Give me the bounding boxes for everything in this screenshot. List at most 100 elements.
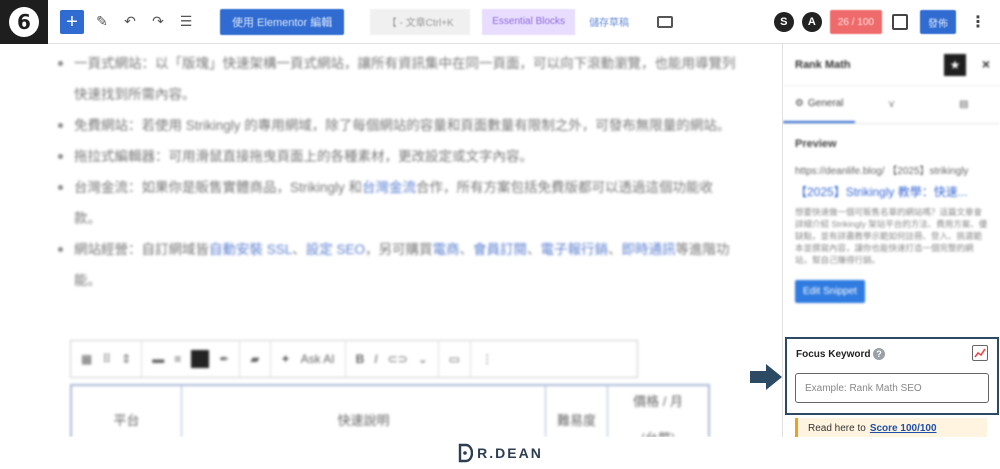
redo-icon[interactable]: ↷ (148, 10, 168, 34)
move-updown-icon[interactable]: ⇕ (121, 352, 131, 366)
device-preview-icon[interactable] (657, 15, 674, 28)
trends-icon[interactable] (972, 345, 988, 361)
gradient-button[interactable]: ▰ (240, 340, 271, 378)
table-icon: ▦ (81, 352, 93, 366)
table-header-price: 價格 / 月 (633, 394, 683, 409)
sidebar-blurred-area: Rank Math ★ × ⚙ General ⋎ ▤ Preview https… (783, 44, 1000, 303)
tab-general-label: General (807, 98, 844, 109)
table-edit-button[interactable]: ▭ (439, 340, 472, 378)
site-logo-icon: 6 (9, 6, 39, 37)
table-header-cell: 平台 (72, 386, 182, 437)
drag-handle-icon[interactable]: ⠿ (102, 352, 111, 366)
align-icon: ▬ (152, 352, 165, 366)
table-header-cell: 難易度 (546, 386, 608, 437)
list-item-text: 、 (527, 242, 541, 257)
gradient-icon: ▰ (250, 352, 260, 366)
add-block-button[interactable]: + (60, 9, 84, 34)
block-more-icon: ⋮ (481, 352, 494, 366)
feature-bullet-list: 一頁式網站：以「版塊」快速架構一頁式網站，讓所有資訊集中在同一頁面，可以向下滾動… (56, 48, 736, 296)
ai-sparkle-icon: ✦ (280, 352, 291, 366)
site-logo-button[interactable]: 6 (0, 0, 48, 44)
rank-math-score-button[interactable]: 26 / 100 (829, 10, 882, 34)
sidebar-header: Rank Math ★ × (783, 44, 1000, 86)
list-item-text: 網站經營：自訂網域皆 (74, 242, 209, 257)
link-icon[interactable]: ⊂⊃ (388, 352, 408, 366)
block-more-button[interactable]: ⋮ (471, 340, 503, 378)
preview-description: 想要快速做一個可販售名單的網站嗎？這篇文章會詳細介紹 Strikingly 架站… (795, 207, 988, 265)
focus-keyword-panel: Focus Keyword ? (785, 337, 999, 415)
pencil-tool-icon[interactable]: ✎ (92, 10, 112, 34)
align-button[interactable]: ▬ ≡ ✒ (142, 340, 241, 378)
top-toolbar: 6 + ✎ ↶ ↷ ☰ 使用 Elementor 編輯 【 - 文章Ctrl+K… (0, 0, 1000, 44)
color-swatch-icon[interactable] (191, 350, 210, 368)
list-item: 台灣金流：如果你是販售實體商品，Strikingly 和台灣金流合作，所有方案包… (56, 172, 736, 234)
table-edit-icon: ▭ (448, 352, 461, 366)
comparison-table[interactable]: 平台 快速說明 難易度 價格 / 月 (台幣) (70, 384, 710, 437)
preview-url: https://deanlife.blog/ 【2025】strikingly (795, 166, 969, 177)
highlight-icon[interactable]: ✒ (219, 352, 229, 366)
table-header-description: 快速說明 (337, 412, 390, 428)
bold-button[interactable]: B (356, 352, 365, 366)
list-item-text: 拖拉式編輯器：可用滑鼠直接拖曳頁面上的各種素材，更改設定或文字內容。 (74, 149, 533, 164)
sidebar-tabs: ⚙ General ⋎ ▤ (783, 86, 1000, 124)
editor-canvas[interactable]: 一頁式網站：以「版塊」快速架構一頁式網站，讓所有資訊集中在同一頁面，可以向下滾動… (48, 44, 776, 437)
tab-social[interactable]: ⋎ (855, 86, 927, 123)
table-header-price-sub: (台幣) (641, 428, 676, 437)
inline-link[interactable]: 即時通訊 (622, 242, 676, 257)
inline-link[interactable]: 電商 (433, 242, 460, 257)
inline-link[interactable]: 台灣金流 (362, 180, 416, 195)
focus-keyword-label: Focus Keyword (796, 349, 871, 360)
brand-name: R.DEAN (477, 445, 543, 461)
settings-panel-toggle-icon[interactable] (892, 14, 908, 30)
essential-blocks-button[interactable]: Essential Blocks (482, 8, 576, 35)
footer-brand: R.DEAN (0, 437, 1000, 469)
more-options-icon[interactable]: ⋮ (970, 12, 986, 32)
callout-arrow-icon (750, 364, 782, 390)
chevron-down-icon[interactable]: ⌄ (418, 352, 428, 366)
edit-snippet-button[interactable]: Edit Snippet (795, 280, 865, 303)
block-type-button[interactable]: ▦ ⠿ ⇕ (71, 340, 143, 378)
list-item-text: 一頁式網站：以「版塊」快速架構一頁式網站，讓所有資訊集中在同一頁面，可以向下滾動… (74, 56, 736, 102)
list-item: 拖拉式編輯器：可用滑鼠直接拖曳頁面上的各種素材，更改設定或文字內容。 (56, 141, 736, 172)
italic-button[interactable]: I (374, 352, 377, 366)
document-icon: ▤ (959, 99, 969, 110)
close-icon[interactable]: × (982, 56, 990, 72)
save-draft-button[interactable]: 儲存草稿 (589, 14, 629, 29)
help-icon[interactable]: ? (873, 348, 885, 360)
edit-with-elementor-button[interactable]: 使用 Elementor 編輯 (220, 8, 345, 35)
tab-schema[interactable]: ▤ (928, 86, 1000, 123)
publish-button[interactable]: 發佈 (920, 10, 956, 34)
inline-link[interactable]: 會員訂閱 (473, 242, 527, 257)
star-pin-icon[interactable]: ★ (944, 54, 966, 76)
score-note-text: Read here to (808, 422, 866, 434)
brand-logo-icon (458, 443, 474, 463)
command-search-button[interactable]: 【 - 文章Ctrl+K (370, 8, 471, 35)
plugin-s-icon[interactable]: S (773, 12, 794, 32)
rank-math-score-text: 26 / 100 (837, 16, 874, 28)
list-item-text: 免費網站：若使用 Strikingly 的專用網域，除了每個網站的容量和頁面數量… (74, 118, 731, 133)
ask-ai-button[interactable]: ✦ Ask AI (271, 340, 346, 378)
inline-link[interactable]: 自動安裝 SSL (209, 242, 292, 257)
table-header-platform: 平台 (113, 412, 140, 428)
inline-link[interactable]: 設定 SEO (306, 242, 365, 257)
gear-icon: ⚙ (794, 98, 804, 109)
table-header-cell: 價格 / 月 (台幣) (608, 386, 708, 437)
plugin-a-icon[interactable]: A (801, 12, 822, 32)
list-item-text: 、 (292, 242, 306, 257)
inline-link[interactable]: 電子報行銷 (541, 242, 609, 257)
ask-ai-label: Ask AI (300, 352, 335, 366)
preview-title: 【2025】Strikingly 教學：快速... (795, 185, 968, 199)
document-overview-icon[interactable]: ☰ (176, 10, 196, 34)
text-align-icon: ≡ (174, 352, 182, 366)
tab-general[interactable]: ⚙ General (783, 86, 856, 123)
focus-keyword-input[interactable] (795, 373, 989, 403)
list-item-text: 台灣金流：如果你是販售實體商品，Strikingly 和 (74, 180, 363, 195)
list-item-text: ，另可購買 (365, 242, 433, 257)
list-item-text: 、 (459, 242, 474, 257)
list-item-text: 、 (608, 242, 622, 257)
undo-icon[interactable]: ↶ (120, 10, 140, 34)
toolbar-right-group: S A 26 / 100 發佈 ⋮ (766, 0, 1000, 44)
format-buttons: B I ⊂⊃ ⌄ (346, 340, 439, 378)
sidebar-title: Rank Math (795, 58, 851, 71)
score-link[interactable]: Score 100/100 (870, 423, 937, 434)
